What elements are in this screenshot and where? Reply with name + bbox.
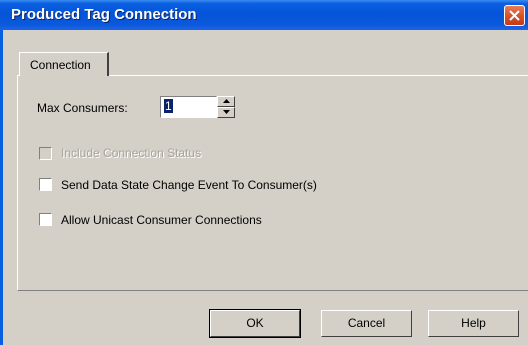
allow-unicast-label[interactable]: Allow Unicast Consumer Connections xyxy=(61,213,262,227)
arrow-up-icon xyxy=(223,99,230,103)
close-button[interactable] xyxy=(504,5,525,26)
include-connection-status-checkbox xyxy=(39,147,52,160)
help-button[interactable]: Help xyxy=(428,310,519,337)
max-consumers-label: Max Consumers: xyxy=(37,101,128,115)
close-icon xyxy=(509,10,520,21)
include-connection-status-label: Include Connection Status xyxy=(61,146,202,160)
title-bar[interactable]: Produced Tag Connection xyxy=(0,0,528,30)
allow-unicast-checkbox[interactable] xyxy=(39,213,52,226)
window-title: Produced Tag Connection xyxy=(11,6,197,23)
cancel-button[interactable]: Cancel xyxy=(321,310,412,337)
dialog-window: Produced Tag Connection Connection Max C… xyxy=(0,0,528,345)
send-data-state-change-checkbox[interactable] xyxy=(39,178,52,191)
tab-connection[interactable]: Connection xyxy=(19,52,109,76)
max-consumers-spin-down-button[interactable] xyxy=(217,107,235,118)
max-consumers-spin-up-button[interactable] xyxy=(217,96,235,107)
max-consumers-input[interactable]: 1 xyxy=(160,96,217,118)
ok-button[interactable]: OK xyxy=(209,309,301,338)
max-consumers-value: 1 xyxy=(164,99,173,113)
arrow-down-icon xyxy=(223,110,230,114)
send-data-state-change-label[interactable]: Send Data State Change Event To Consumer… xyxy=(61,178,317,192)
tab-connection-label: Connection xyxy=(30,58,91,72)
window-border xyxy=(0,30,3,345)
